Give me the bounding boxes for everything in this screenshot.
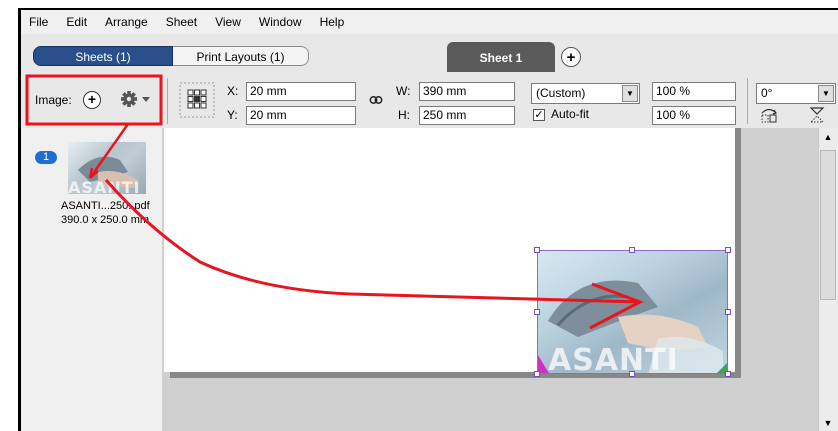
annotation-highlight-box bbox=[25, 74, 163, 126]
annotation-pointer-line bbox=[88, 123, 130, 179]
annotation-arrow bbox=[104, 179, 641, 304]
annotation-arrowhead bbox=[589, 282, 644, 330]
annotation-overlay bbox=[25, 74, 644, 330]
